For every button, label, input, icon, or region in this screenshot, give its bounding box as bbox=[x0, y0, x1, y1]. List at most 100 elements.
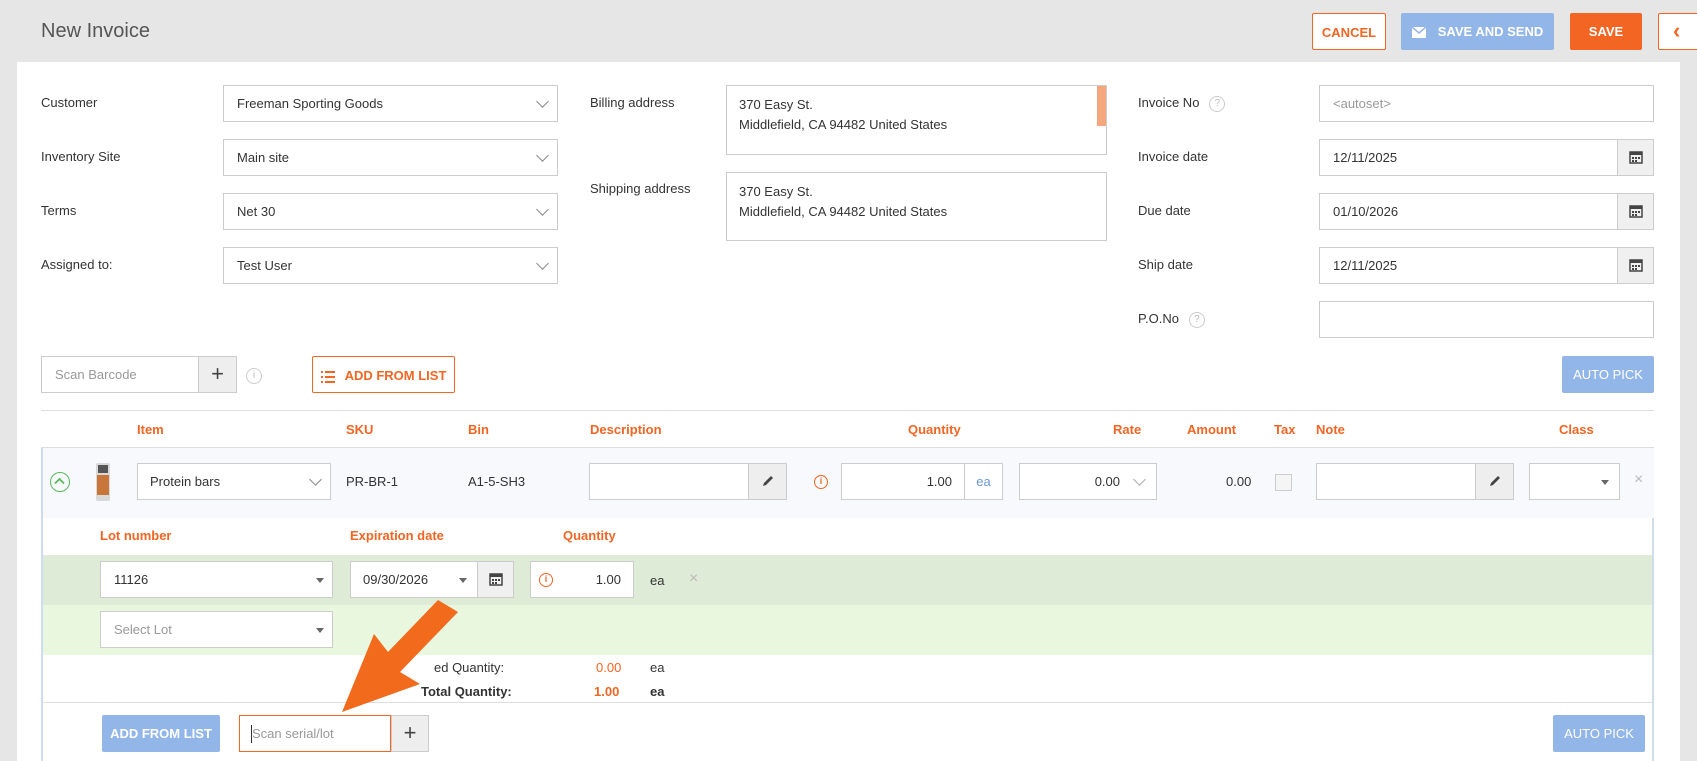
warning-icon: i bbox=[539, 573, 553, 587]
col-class: Class bbox=[1559, 422, 1594, 437]
add-from-list-button[interactable]: ADD FROM LIST bbox=[312, 356, 455, 393]
lot-quantity-input[interactable]: i 1.00 bbox=[530, 561, 634, 598]
top-bar: New Invoice CANCEL SAVE AND SEND SAVE ‹ bbox=[0, 0, 1697, 58]
auto-pick-button[interactable]: AUTO PICK bbox=[1562, 356, 1654, 393]
calendar-icon[interactable] bbox=[1617, 140, 1653, 175]
calendar-icon[interactable] bbox=[477, 562, 513, 597]
invoice-no-label: Invoice No? bbox=[1138, 95, 1226, 112]
sku-cell: PR-BR-1 bbox=[346, 474, 399, 489]
calendar-icon[interactable] bbox=[1617, 248, 1653, 283]
cancel-button[interactable]: CANCEL bbox=[1312, 13, 1386, 50]
unit-select[interactable]: ea bbox=[964, 463, 1003, 500]
lot-divider bbox=[43, 702, 1652, 703]
po-label: P.O.No? bbox=[1138, 311, 1205, 328]
col-quantity: Quantity bbox=[908, 422, 961, 437]
billing-line-2: Middlefield, CA 94482 United States bbox=[739, 117, 948, 132]
pencil-icon[interactable] bbox=[748, 464, 786, 499]
chevron-down-icon bbox=[309, 473, 322, 486]
invoice-date-input[interactable]: 12/11/2025 bbox=[1319, 139, 1654, 176]
col-rate: Rate bbox=[1113, 422, 1142, 437]
product-thumbnail bbox=[94, 461, 112, 503]
lot-add-from-list-button[interactable]: ADD FROM LIST bbox=[102, 715, 220, 752]
pencil-icon[interactable] bbox=[1475, 464, 1513, 499]
col-amount: Amount bbox=[1187, 422, 1237, 437]
collapse-panel-button[interactable]: ‹ bbox=[1658, 13, 1697, 50]
billing-line-1: 370 Easy St. bbox=[739, 97, 813, 112]
po-text: P.O.No bbox=[1138, 311, 1179, 326]
col-tax: Tax bbox=[1274, 422, 1296, 437]
plus-icon[interactable]: + bbox=[198, 357, 236, 392]
remove-row-icon[interactable]: × bbox=[1634, 471, 1643, 489]
scan-barcode-placeholder: Scan Barcode bbox=[55, 367, 137, 382]
save-and-send-label: SAVE AND SEND bbox=[1437, 24, 1544, 39]
remove-lot-icon[interactable]: × bbox=[689, 570, 698, 588]
scan-serial-lot-field[interactable]: Scan serial/lot bbox=[239, 715, 391, 752]
customer-value: Freeman Sporting Goods bbox=[237, 96, 383, 111]
expiration-date-input[interactable]: 09/30/2026 bbox=[350, 561, 514, 598]
help-icon[interactable]: ? bbox=[1188, 311, 1205, 328]
col-description: Description bbox=[590, 422, 662, 437]
scan-barcode-input[interactable]: Scan Barcode + bbox=[41, 356, 237, 393]
note-input[interactable] bbox=[1316, 463, 1514, 500]
invoice-date-label: Invoice date bbox=[1138, 149, 1209, 164]
total-quantity-unit: ea bbox=[650, 684, 665, 699]
save-and-send-button[interactable]: SAVE AND SEND bbox=[1401, 13, 1554, 50]
assigned-quantity-value: 0.00 bbox=[596, 660, 622, 675]
customer-select[interactable]: Freeman Sporting Goods bbox=[223, 85, 558, 122]
amount-cell: 0.00 bbox=[1226, 474, 1252, 489]
assigned-to-select[interactable]: Test User bbox=[223, 247, 558, 284]
page-title: New Invoice bbox=[41, 20, 150, 42]
description-input[interactable] bbox=[589, 463, 787, 500]
col-expiration-date: Expiration date bbox=[350, 528, 444, 543]
due-date-value: 01/10/2026 bbox=[1333, 204, 1399, 219]
terms-label: Terms bbox=[41, 203, 77, 218]
shipping-address-textarea[interactable]: 370 Easy St. Middlefield, CA 94482 Unite… bbox=[726, 172, 1107, 241]
list-icon bbox=[320, 370, 335, 383]
due-date-input[interactable]: 01/10/2026 bbox=[1319, 193, 1654, 230]
invoice-date-value: 12/11/2025 bbox=[1333, 150, 1398, 165]
help-icon[interactable]: ? bbox=[1209, 95, 1226, 112]
item-value: Protein bars bbox=[150, 474, 221, 489]
terms-value: Net 30 bbox=[237, 204, 276, 219]
inventory-site-value: Main site bbox=[237, 150, 290, 165]
tax-checkbox[interactable] bbox=[1275, 474, 1292, 491]
lot-quantity-value: 1.00 bbox=[595, 572, 621, 587]
col-lot-quantity: Quantity bbox=[563, 528, 616, 543]
scan-serial-lot-input[interactable]: Scan serial/lot + bbox=[239, 715, 429, 752]
chevron-down-icon bbox=[536, 95, 549, 108]
quantity-input[interactable]: 1.00 bbox=[841, 463, 965, 500]
inventory-site-select[interactable]: Main site bbox=[223, 139, 558, 176]
invoice-no-input[interactable]: <autoset> bbox=[1319, 85, 1654, 122]
select-lot-dropdown[interactable]: Select Lot bbox=[100, 611, 333, 648]
lot-auto-pick-button[interactable]: AUTO PICK bbox=[1553, 715, 1645, 752]
col-bin: Bin bbox=[468, 422, 489, 437]
lot-number-select[interactable]: 11126 bbox=[100, 561, 333, 598]
chevron-down-icon bbox=[536, 203, 549, 216]
terms-select[interactable]: Net 30 bbox=[223, 193, 558, 230]
class-select[interactable] bbox=[1529, 463, 1620, 500]
scrollbar-thumb[interactable] bbox=[1097, 86, 1106, 126]
rate-input[interactable]: 0.00 bbox=[1019, 463, 1157, 500]
table-top-divider bbox=[41, 410, 1654, 411]
col-lot-number: Lot number bbox=[100, 528, 172, 543]
caret-down-icon bbox=[459, 578, 467, 583]
shipping-line-1: 370 Easy St. bbox=[739, 184, 813, 199]
item-select[interactable]: Protein bars bbox=[137, 463, 331, 500]
lot-unit: ea bbox=[650, 573, 665, 588]
text-cursor bbox=[251, 725, 252, 743]
billing-address-textarea[interactable]: 370 Easy St. Middlefield, CA 94482 Unite… bbox=[726, 85, 1107, 155]
calendar-icon[interactable] bbox=[1617, 194, 1653, 229]
po-input[interactable] bbox=[1319, 301, 1654, 338]
select-lot-placeholder: Select Lot bbox=[114, 622, 172, 637]
chevron-left-icon: ‹ bbox=[1673, 18, 1681, 43]
plus-icon[interactable]: + bbox=[391, 715, 429, 752]
col-item: Item bbox=[137, 422, 164, 437]
warning-icon[interactable]: i bbox=[814, 475, 828, 489]
info-icon[interactable]: i bbox=[246, 368, 262, 384]
assigned-to-label: Assigned to: bbox=[41, 257, 113, 272]
collapse-row-icon[interactable] bbox=[50, 472, 70, 492]
ship-date-input[interactable]: 12/11/2025 bbox=[1319, 247, 1654, 284]
save-button[interactable]: SAVE bbox=[1570, 13, 1642, 50]
bin-cell: A1-5-SH3 bbox=[468, 474, 526, 489]
due-date-label: Due date bbox=[1138, 203, 1191, 218]
